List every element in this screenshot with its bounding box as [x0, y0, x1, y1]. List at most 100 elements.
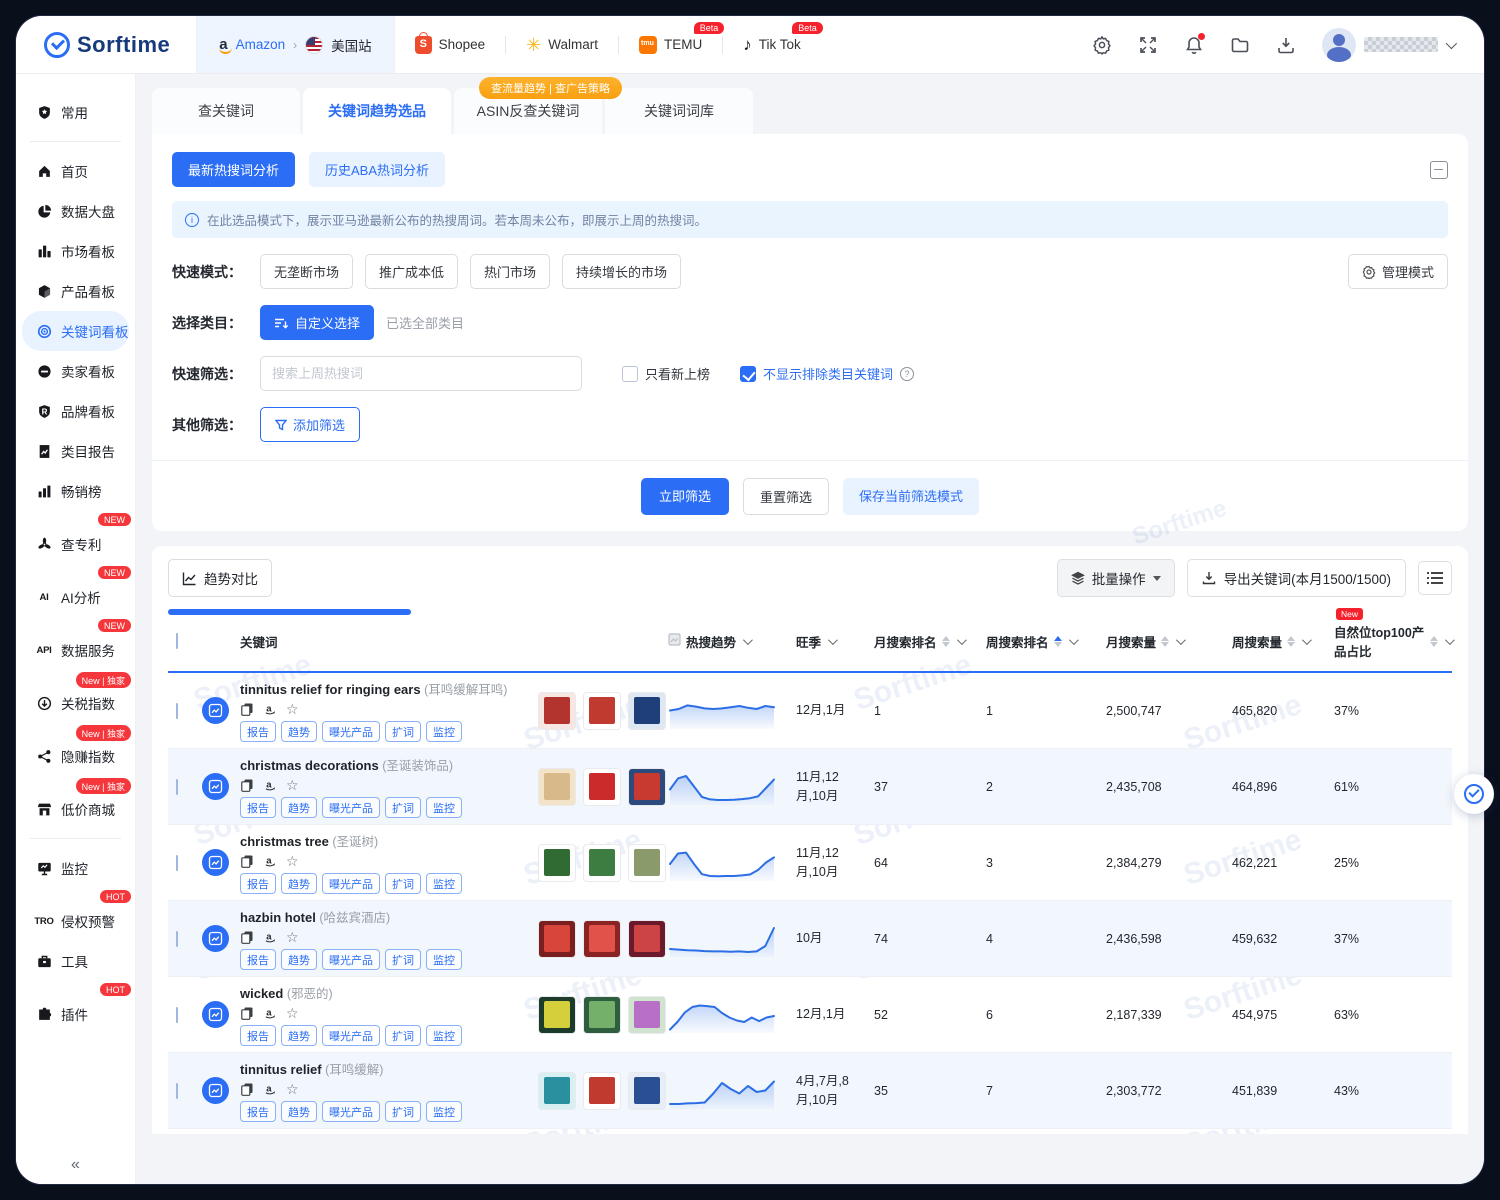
action-chip-曝光产品[interactable]: 曝光产品: [322, 949, 380, 970]
trend-sparkline-chart[interactable]: [668, 843, 796, 883]
product-image[interactable]: [583, 1072, 621, 1110]
tab-关键词趋势选品[interactable]: 关键词趋势选品: [303, 88, 451, 134]
row-checkbox[interactable]: [176, 703, 178, 719]
row-checkbox[interactable]: [176, 1007, 178, 1023]
product-image[interactable]: [583, 692, 621, 730]
sort-control[interactable]: [1161, 636, 1169, 647]
export-keywords-button[interactable]: 导出关键词(本月1500/1500): [1187, 559, 1406, 597]
checkbox-unchecked[interactable]: [622, 366, 638, 382]
column-header-热搜趋势[interactable]: 热搜趋势: [668, 632, 796, 651]
product-image[interactable]: [538, 692, 576, 730]
fullscreen-icon[interactable]: [1138, 35, 1158, 55]
sort-control[interactable]: [1430, 636, 1438, 647]
quick-mode-热门市场[interactable]: 热门市场: [470, 254, 550, 289]
favorite-star-icon[interactable]: ☆: [286, 1082, 299, 1096]
sidebar-item-类目报告[interactable]: 类目报告: [22, 431, 129, 471]
sorftime-float-button[interactable]: [1454, 774, 1494, 814]
filter-chevron-icon[interactable]: [956, 635, 966, 645]
trend-sparkline-chart[interactable]: [668, 995, 796, 1035]
sidebar-item-AI分析[interactable]: AIAI分析NEW: [22, 577, 129, 617]
action-chip-趋势[interactable]: 趋势: [281, 1025, 317, 1046]
action-chip-趋势[interactable]: 趋势: [281, 1101, 317, 1122]
save-filter-mode-button[interactable]: 保存当前筛选模式: [843, 478, 979, 515]
search-input[interactable]: [272, 366, 570, 381]
action-chip-扩词[interactable]: 扩词: [385, 797, 421, 818]
action-chip-监控[interactable]: 监控: [426, 721, 462, 742]
trend-sparkline-chart[interactable]: [668, 767, 796, 807]
amazon-link-icon[interactable]: a: [263, 930, 277, 944]
favorite-star-icon[interactable]: ☆: [286, 930, 299, 944]
image-toggle-icon[interactable]: [668, 633, 681, 649]
amazon-link-icon[interactable]: a: [263, 778, 277, 792]
favorite-star-icon[interactable]: ☆: [286, 702, 299, 716]
copy-icon[interactable]: [240, 930, 254, 944]
action-chip-曝光产品[interactable]: 曝光产品: [322, 1101, 380, 1122]
translate-icon[interactable]: [202, 1001, 229, 1028]
product-image[interactable]: [628, 1072, 666, 1110]
sidebar-item-关键词看板[interactable]: 关键词看板: [22, 311, 129, 351]
action-chip-监控[interactable]: 监控: [426, 1101, 462, 1122]
sidebar-item-产品看板[interactable]: 产品看板: [22, 271, 129, 311]
product-image[interactable]: [583, 768, 621, 806]
column-header-月搜索量[interactable]: 月搜索量: [1106, 632, 1232, 651]
product-image[interactable]: [538, 844, 576, 882]
product-image[interactable]: [538, 920, 576, 958]
row-checkbox[interactable]: [176, 1083, 178, 1099]
keyword-text[interactable]: wicked: [240, 986, 283, 1001]
batch-actions-button[interactable]: 批量操作: [1057, 559, 1175, 597]
sidebar-item-数据服务[interactable]: API数据服务NEW: [22, 630, 129, 670]
sidebar-item-卖家看板[interactable]: 卖家看板: [22, 351, 129, 391]
keyword-text[interactable]: christmas tree: [240, 834, 329, 849]
sort-control[interactable]: [1287, 636, 1295, 647]
trend-sparkline-chart[interactable]: [668, 691, 796, 731]
filter-chevron-icon[interactable]: [1302, 635, 1312, 645]
action-chip-报告[interactable]: 报告: [240, 1101, 276, 1122]
sidebar-item-数据大盘[interactable]: 数据大盘: [22, 191, 129, 231]
collapse-panel-button[interactable]: [1430, 161, 1448, 179]
product-image[interactable]: [628, 920, 666, 958]
copy-icon[interactable]: [240, 702, 254, 716]
keyword-text[interactable]: hazbin hotel: [240, 910, 316, 925]
marketplace-temu[interactable]: TEMU Beta: [619, 16, 722, 73]
quick-mode-持续增长的市场[interactable]: 持续增长的市场: [562, 254, 681, 289]
marketplace-shopee[interactable]: Shopee: [395, 16, 506, 73]
column-header-旺季[interactable]: 旺季: [796, 632, 874, 651]
filter-chevron-icon[interactable]: [1068, 635, 1078, 645]
reset-filter-button[interactable]: 重置筛选: [743, 478, 829, 515]
sidebar-item-关税指数[interactable]: 关税指数New | 独家: [22, 683, 129, 723]
action-chip-趋势[interactable]: 趋势: [281, 721, 317, 742]
column-header-月搜索排名[interactable]: 月搜索排名: [874, 632, 986, 651]
action-chip-扩词[interactable]: 扩词: [385, 721, 421, 742]
action-chip-扩词[interactable]: 扩词: [385, 873, 421, 894]
action-chip-监控[interactable]: 监控: [426, 1025, 462, 1046]
filter-chevron-icon[interactable]: [1176, 635, 1186, 645]
amazon-link-icon[interactable]: a: [263, 1082, 277, 1096]
copy-icon[interactable]: [240, 1006, 254, 1020]
trend-sparkline-chart[interactable]: [668, 919, 796, 959]
copy-icon[interactable]: [240, 778, 254, 792]
select-all-checkbox[interactable]: [176, 633, 178, 649]
action-chip-扩词[interactable]: 扩词: [385, 949, 421, 970]
tab-查关键词[interactable]: 查关键词: [152, 88, 300, 134]
product-image[interactable]: [583, 996, 621, 1034]
sidebar-item-隐赚指数[interactable]: 隐赚指数New | 独家: [22, 736, 129, 776]
amazon-link-icon[interactable]: a: [263, 854, 277, 868]
action-chip-监控[interactable]: 监控: [426, 873, 462, 894]
sidebar-item-首页[interactable]: 首页: [22, 151, 129, 191]
checkbox-new-only[interactable]: 只看新上榜: [622, 364, 710, 383]
sort-control[interactable]: [1054, 636, 1062, 647]
trend-compare-button[interactable]: 趋势对比: [168, 559, 272, 597]
translate-icon[interactable]: [202, 925, 229, 952]
add-filter-button[interactable]: 添加筛选: [260, 407, 360, 442]
product-image[interactable]: [583, 920, 621, 958]
translate-icon[interactable]: [202, 697, 229, 724]
help-icon[interactable]: ?: [900, 367, 914, 381]
row-checkbox[interactable]: [176, 931, 178, 947]
action-chip-曝光产品[interactable]: 曝光产品: [322, 873, 380, 894]
custom-category-button[interactable]: 自定义选择: [260, 305, 374, 340]
action-chip-监控[interactable]: 监控: [426, 797, 462, 818]
sidebar-item-市场看板[interactable]: 市场看板: [22, 231, 129, 271]
quick-mode-无垄断市场[interactable]: 无垄断市场: [260, 254, 353, 289]
checkbox-hide-excluded[interactable]: 不显示排除类目关键词 ?: [740, 364, 914, 383]
sidebar-item-插件[interactable]: 插件HOT: [22, 994, 129, 1034]
